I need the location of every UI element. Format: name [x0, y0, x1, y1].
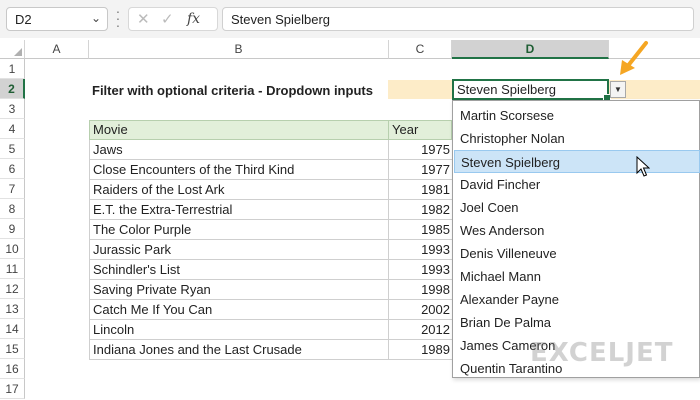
movie-cell[interactable]: Saving Private Ryan	[89, 280, 389, 300]
row-header-14[interactable]: 14	[0, 319, 25, 339]
row-header-3[interactable]: 3	[0, 99, 25, 119]
row-header-2[interactable]: 2	[0, 79, 25, 99]
year-cell[interactable]: 1981	[389, 180, 452, 200]
more-options-icon[interactable]: · · ·	[115, 4, 121, 32]
year-cell[interactable]: 2012	[389, 320, 452, 340]
column-header-b[interactable]: B	[89, 40, 389, 59]
row-header-5[interactable]: 5	[0, 139, 25, 159]
year-cell[interactable]: 1977	[389, 160, 452, 180]
row-header-1[interactable]: 1	[0, 59, 25, 79]
row-header-10[interactable]: 10	[0, 239, 25, 259]
movie-cell[interactable]: Jurassic Park	[89, 240, 389, 260]
row-header-17[interactable]: 17	[0, 379, 25, 399]
check-icon[interactable]: ✓	[161, 10, 174, 28]
table-header-movie: Movie	[89, 120, 389, 140]
dropdown-option[interactable]: Denis Villeneuve	[454, 242, 700, 265]
movie-cell[interactable]: Close Encounters of the Third Kind	[89, 160, 389, 180]
year-cell[interactable]: 2002	[389, 300, 452, 320]
row-header-11[interactable]: 11	[0, 259, 25, 279]
table-header-year: Year	[388, 120, 452, 140]
movie-cell[interactable]: The Color Purple	[89, 220, 389, 240]
movie-cell[interactable]: Jaws	[89, 140, 389, 160]
dropdown-option[interactable]: Alexander Payne	[454, 288, 700, 311]
year-cell[interactable]: 1989	[389, 340, 452, 360]
dropdown-option[interactable]: Wes Anderson	[454, 219, 700, 242]
year-cell[interactable]: 1993	[389, 260, 452, 280]
chevron-down-icon[interactable]: ⌄	[91, 11, 101, 25]
column-header-a[interactable]: A	[25, 40, 89, 59]
row-header-15[interactable]: 15	[0, 339, 25, 359]
year-cell[interactable]: 1993	[389, 240, 452, 260]
annotation-arrow-icon	[620, 41, 648, 75]
dropdown-option[interactable]: Joel Coen	[454, 196, 700, 219]
dropdown-option[interactable]: David Fincher	[454, 173, 700, 196]
dropdown-option[interactable]: Martin Scorsese	[454, 104, 700, 127]
dropdown-option[interactable]: Michael Mann	[454, 265, 700, 288]
mouse-pointer-icon	[636, 156, 650, 177]
formula-input[interactable]: Steven Spielberg	[222, 7, 694, 31]
row-header-7[interactable]: 7	[0, 179, 25, 199]
movie-cell[interactable]: Indiana Jones and the Last Crusade	[89, 340, 389, 360]
dropdown-option[interactable]: Brian De Palma	[454, 311, 700, 334]
name-box[interactable]: D2 ⌄	[6, 7, 108, 31]
dropdown-option[interactable]: Steven Spielberg	[454, 150, 700, 173]
row-header-12[interactable]: 12	[0, 279, 25, 299]
active-cell-d2[interactable]: Steven Spielberg	[452, 79, 611, 102]
select-all-corner[interactable]	[0, 40, 25, 59]
formula-bar: D2 ⌄ · · · ✕ ✓ fx Steven Spielberg	[0, 0, 700, 38]
year-cell[interactable]: 1998	[389, 280, 452, 300]
movie-cell[interactable]: E.T. the Extra-Terrestrial	[89, 200, 389, 220]
formula-icons: ✕ ✓ fx	[128, 7, 218, 31]
dropdown-toggle-button[interactable]: ▼	[610, 81, 626, 98]
year-cell[interactable]: 1982	[389, 200, 452, 220]
cancel-icon[interactable]: ✕	[137, 10, 150, 28]
movie-cell[interactable]: Lincoln	[89, 320, 389, 340]
criteria-value: Steven Spielberg	[457, 82, 557, 97]
row-header-9[interactable]: 9	[0, 219, 25, 239]
row-header-8[interactable]: 8	[0, 199, 25, 219]
watermark-logo: EXCELJET	[530, 338, 674, 368]
column-header-c[interactable]: C	[389, 40, 452, 59]
movie-cell[interactable]: Schindler's List	[89, 260, 389, 280]
formula-text: Steven Spielberg	[231, 12, 331, 27]
row-header-6[interactable]: 6	[0, 159, 25, 179]
year-cell[interactable]: 1975	[389, 140, 452, 160]
year-cell[interactable]: 1985	[389, 220, 452, 240]
row-header-4[interactable]: 4	[0, 119, 25, 139]
name-box-value: D2	[15, 12, 32, 27]
row-header-16[interactable]: 16	[0, 359, 25, 379]
dropdown-option[interactable]: Christopher Nolan	[454, 127, 700, 150]
movie-cell[interactable]: Catch Me If You Can	[89, 300, 389, 320]
page-title: Filter with optional criteria - Dropdown…	[92, 83, 373, 98]
row-header-13[interactable]: 13	[0, 299, 25, 319]
insert-function-icon[interactable]: fx	[187, 11, 200, 27]
dropdown-list: Martin Scorsese Christopher Nolan Steven S…	[452, 100, 700, 378]
movie-cell[interactable]: Raiders of the Lost Ark	[89, 180, 389, 200]
column-header-d[interactable]: D	[452, 40, 609, 59]
